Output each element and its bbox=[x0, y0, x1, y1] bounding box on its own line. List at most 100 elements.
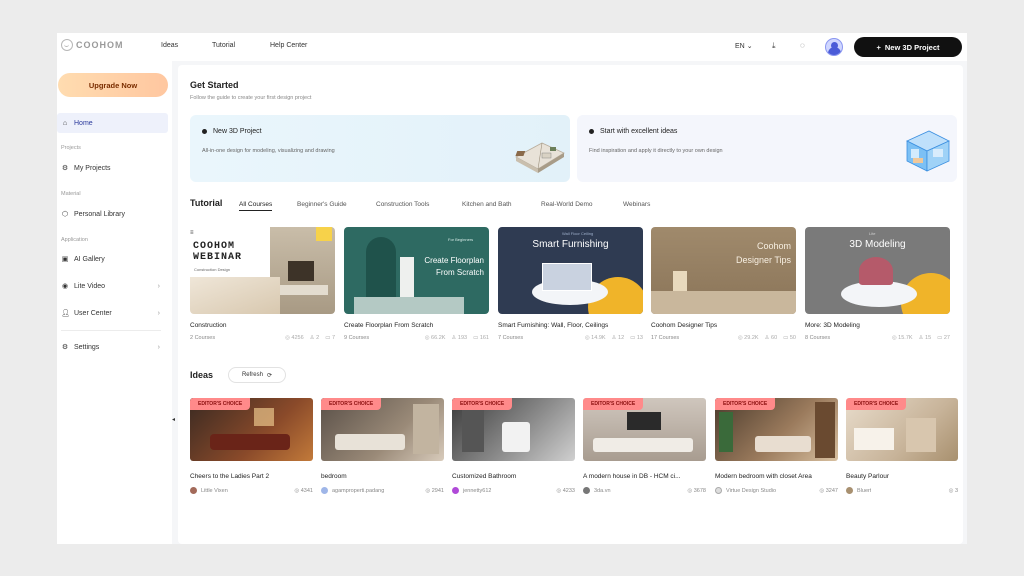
chevron-right-icon: › bbox=[157, 343, 160, 351]
idea-author: Virtue Design Studio bbox=[726, 487, 777, 494]
sidebar-item-label: User Center bbox=[74, 309, 112, 317]
chevron-right-icon: › bbox=[157, 309, 160, 317]
start-with-ideas-card[interactable]: Start with excellent ideas Find inspirat… bbox=[577, 115, 957, 182]
sidebar: Upgrade Now ⌂ Home Projects ⚙ My Project… bbox=[57, 61, 172, 544]
author-avatar bbox=[715, 487, 722, 494]
course-card[interactable]: Coohom Designer Tips Coohom Designer Tip… bbox=[651, 227, 796, 341]
new-3d-project-button[interactable]: + New 3D Project bbox=[854, 37, 962, 57]
course-name: Construction bbox=[190, 322, 227, 329]
editors-choice-badge: EDITOR'S CHOICE bbox=[321, 398, 382, 410]
save-icon: ▭ bbox=[473, 335, 479, 341]
course-views: 4256 bbox=[291, 335, 304, 341]
tab-kitchen-and-bath[interactable]: Kitchen and Bath bbox=[462, 201, 512, 208]
idea-card[interactable]: EDITOR'S CHOICE Modern bedroom with clos… bbox=[715, 398, 838, 494]
views-icon: ◎ bbox=[584, 335, 590, 341]
user-avatar[interactable] bbox=[825, 38, 843, 56]
course-views: 15.7K bbox=[898, 335, 913, 341]
nav-help-center[interactable]: Help Center bbox=[270, 42, 307, 49]
sidebar-item-my-projects[interactable]: ⚙ My Projects bbox=[57, 158, 168, 178]
idea-views: 3678 bbox=[693, 487, 706, 494]
course-saves: 7 bbox=[331, 335, 335, 341]
video-icon: ◉ bbox=[61, 283, 69, 290]
refresh-button[interactable]: Refresh ⟳ bbox=[228, 367, 286, 383]
author-avatar bbox=[321, 487, 328, 494]
sidebar-item-ai-gallery[interactable]: ▣ AI Gallery bbox=[57, 249, 168, 269]
tab-all-courses[interactable]: All Courses bbox=[239, 201, 273, 211]
card-title: Start with excellent ideas bbox=[600, 128, 678, 135]
chevron-down-icon: ⌄ bbox=[746, 43, 753, 50]
notification-bell-icon[interactable]: ◌ bbox=[800, 41, 805, 50]
thumb-line-2: From Scratch bbox=[435, 268, 484, 277]
get-started-subtitle: Follow the guide to create your first de… bbox=[190, 95, 312, 101]
tutorial-title: Tutorial bbox=[190, 198, 223, 208]
idea-card[interactable]: EDITOR'S CHOICE bedroom agamproperti.pad… bbox=[321, 398, 444, 494]
course-thumbnail: Coohom Designer Tips bbox=[651, 227, 796, 314]
course-saves: 161 bbox=[479, 335, 489, 341]
idea-card[interactable]: EDITOR'S CHOICE Cheers to the Ladies Par… bbox=[190, 398, 313, 494]
course-count: 2 Courses bbox=[190, 335, 216, 341]
course-saves: 13 bbox=[636, 335, 643, 341]
course-thumbnail: ≡ COOHOM WEBINAR Construction Design bbox=[190, 227, 335, 314]
gallery-icon: ▣ bbox=[61, 256, 69, 263]
idea-author: agamproperti.padang bbox=[332, 487, 385, 494]
ideas-title: Ideas bbox=[190, 370, 214, 380]
logo-icon bbox=[61, 39, 73, 51]
sidebar-item-label: Settings bbox=[74, 343, 100, 351]
idea-card[interactable]: EDITOR'S CHOICE Customized Bathroom jenn… bbox=[452, 398, 575, 494]
new-3d-project-card[interactable]: New 3D Project All-in-one design for mod… bbox=[190, 115, 570, 182]
editors-choice-badge: EDITOR'S CHOICE bbox=[190, 398, 251, 410]
sidebar-item-personal-library[interactable]: ⬡ Personal Library bbox=[57, 204, 168, 224]
floorplan-illustration bbox=[515, 142, 565, 173]
idea-views: 4233 bbox=[562, 487, 575, 494]
idea-name: Customized Bathroom bbox=[452, 473, 517, 480]
idea-card[interactable]: EDITOR'S CHOICE A modern house in DB - H… bbox=[583, 398, 706, 494]
course-card[interactable]: Wall Floor Ceiling Smart Furnishing Smar… bbox=[498, 227, 643, 341]
refresh-icon: ⟳ bbox=[266, 372, 273, 379]
views-icon: ◎ bbox=[737, 335, 743, 341]
sidebar-item-user-center[interactable]: 👤︎ User Center › bbox=[57, 303, 168, 323]
nav-tutorial[interactable]: Tutorial bbox=[212, 42, 235, 49]
sidebar-item-lite-video[interactable]: ◉ Lite Video › bbox=[57, 276, 168, 296]
top-bar: COOHOM Ideas Tutorial Help Center EN ⌄ ⤓… bbox=[57, 33, 967, 61]
course-count: 8 Courses bbox=[805, 335, 831, 341]
plus-icon: + bbox=[876, 42, 881, 52]
save-icon: ▭ bbox=[783, 335, 789, 341]
nav-ideas[interactable]: Ideas bbox=[161, 42, 178, 49]
editors-choice-badge: EDITOR'S CHOICE bbox=[583, 398, 644, 410]
views-icon: ◎ bbox=[424, 335, 430, 341]
course-name: Smart Furnishing: Wall, Floor, Ceilings bbox=[498, 322, 609, 329]
editors-choice-badge: EDITOR'S CHOICE bbox=[846, 398, 907, 410]
like-icon: ♙ bbox=[309, 335, 315, 341]
author-avatar bbox=[846, 487, 853, 494]
app-window: COOHOM Ideas Tutorial Help Center EN ⌄ ⤓… bbox=[57, 33, 967, 544]
thumb-line-2: WEBINAR bbox=[193, 252, 243, 263]
upgrade-now-button[interactable]: Upgrade Now bbox=[58, 73, 168, 97]
download-icon[interactable]: ⤓ bbox=[772, 41, 776, 51]
course-card[interactable]: ≡ COOHOM WEBINAR Construction Design Con… bbox=[190, 227, 335, 341]
course-count: 17 Courses bbox=[651, 335, 680, 341]
idea-card[interactable]: EDITOR'S CHOICE Beauty Parlour Bluert ◎ … bbox=[846, 398, 958, 494]
idea-views: 3 bbox=[954, 487, 958, 494]
sidebar-item-home[interactable]: ⌂ Home bbox=[57, 113, 168, 133]
library-icon: ⬡ bbox=[61, 211, 69, 218]
thumb-tag: Wall Floor Ceiling bbox=[562, 231, 594, 236]
tab-beginners-guide[interactable]: Beginner's Guide bbox=[297, 201, 347, 208]
views-icon: ◎ bbox=[425, 487, 431, 494]
logo[interactable]: COOHOM bbox=[61, 39, 124, 51]
projects-icon: ⚙ bbox=[61, 165, 69, 172]
sidebar-divider bbox=[61, 330, 161, 331]
like-icon: ♙ bbox=[611, 335, 617, 341]
save-icon: ▭ bbox=[630, 335, 636, 341]
sidebar-item-settings[interactable]: ⚙ Settings › bbox=[57, 337, 168, 357]
tab-webinars[interactable]: Webinars bbox=[623, 201, 650, 208]
language-selector[interactable]: EN ⌄ bbox=[735, 42, 753, 50]
course-saves: 27 bbox=[943, 335, 950, 341]
sidebar-section-projects: Projects bbox=[61, 145, 81, 151]
thumb-line-2: Designer Tips bbox=[735, 255, 791, 265]
tab-real-world-demo[interactable]: Real-World Demo bbox=[541, 201, 593, 208]
tab-construction-tools[interactable]: Construction Tools bbox=[376, 201, 429, 208]
sidebar-item-label: Personal Library bbox=[74, 210, 125, 218]
course-card[interactable]: Lite 3D Modeling More: 3D Modeling 8 Cou… bbox=[805, 227, 950, 341]
idea-name: Modern bedroom with closet Area bbox=[715, 473, 812, 480]
course-card[interactable]: For Beginners Create Floorplan From Scra… bbox=[344, 227, 489, 341]
